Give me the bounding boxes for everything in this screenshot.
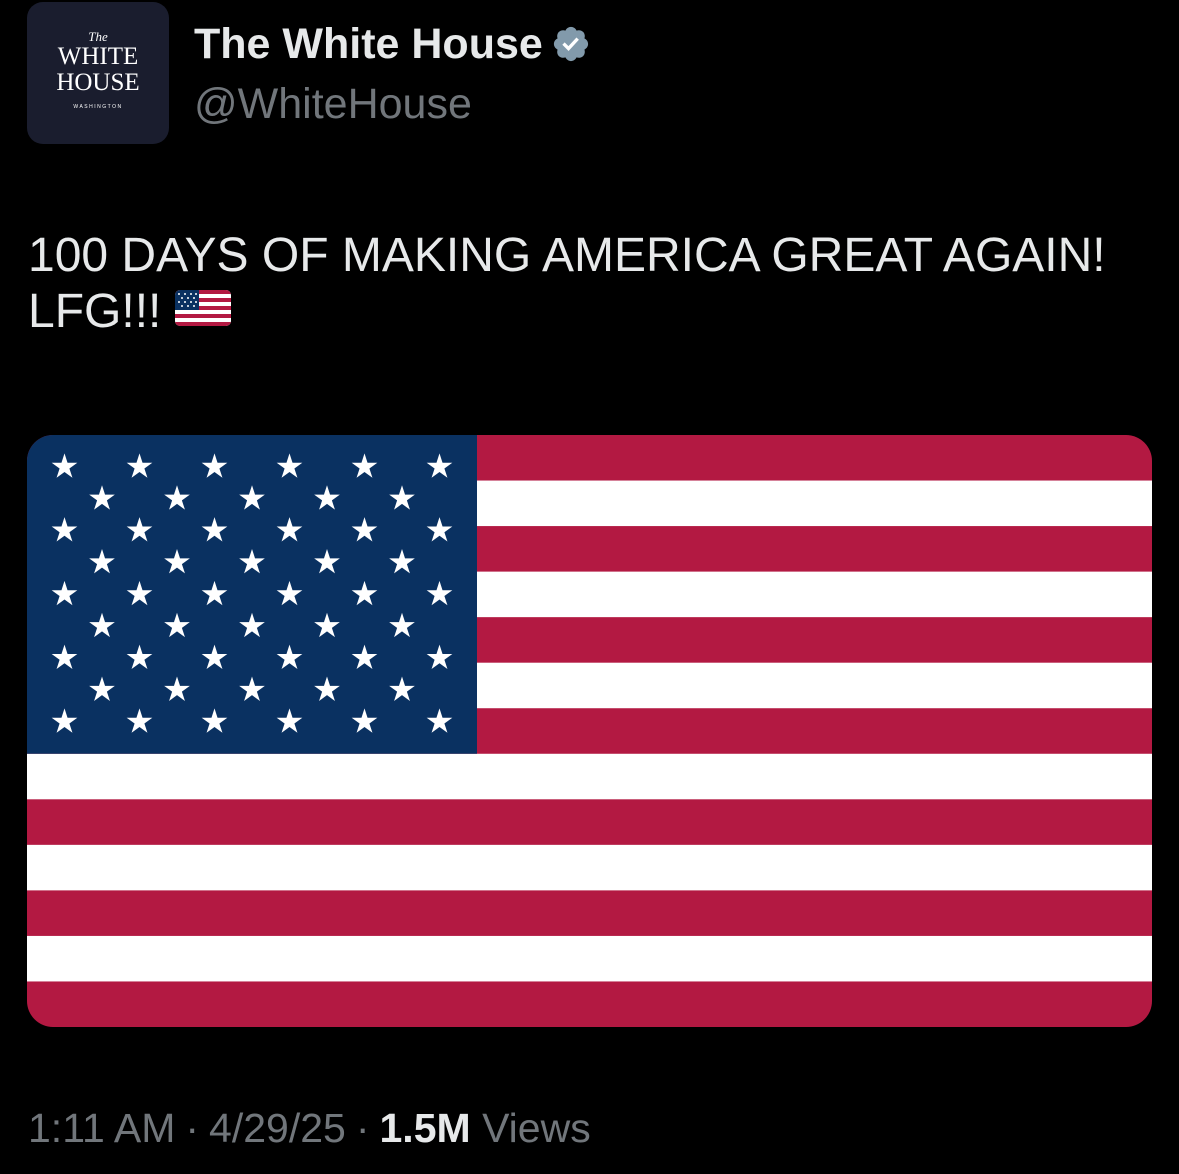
avatar-text-washington: WASHINGTON — [73, 104, 123, 110]
tweet-date[interactable]: 4/29/25 — [209, 1105, 346, 1151]
flag-canton — [27, 435, 477, 754]
meta-separator: · — [185, 1105, 200, 1151]
flag-red-stripe — [27, 799, 1152, 846]
flag-white-stripe — [27, 935, 1152, 982]
avatar-text-the: The — [88, 29, 108, 44]
avatar-text-house: HOUSE — [56, 69, 140, 96]
flag-white-stripe — [27, 753, 1152, 800]
author-display-name[interactable]: The White House — [194, 18, 591, 70]
american-flag-image[interactable] — [27, 435, 1152, 1027]
tweet-meta: 1:11 AM · 4/29/25 · 1.5M Views — [28, 1102, 591, 1154]
author-handle[interactable]: @WhiteHouse — [194, 78, 472, 130]
views-label[interactable]: Views — [482, 1105, 591, 1151]
verified-badge-icon[interactable] — [551, 24, 591, 64]
views-count[interactable]: 1.5M — [380, 1105, 471, 1151]
avatar[interactable]: The WHITE HOUSE WASHINGTON — [27, 2, 169, 144]
flag-red-stripe — [27, 981, 1152, 1027]
avatar-text-white: WHITE — [57, 43, 139, 70]
flag-white-stripe — [27, 844, 1152, 891]
tweet-time[interactable]: 1:11 AM — [28, 1105, 175, 1151]
author-name[interactable]: The White House — [194, 18, 543, 70]
american-flag-svg — [27, 435, 1152, 1027]
us-flag-icon — [175, 290, 232, 327]
tweet-text: 100 DAYS OF MAKING AMERICA GREAT AGAIN! … — [28, 228, 1128, 340]
flag-red-stripe — [27, 890, 1152, 937]
meta-separator: · — [355, 1105, 370, 1151]
